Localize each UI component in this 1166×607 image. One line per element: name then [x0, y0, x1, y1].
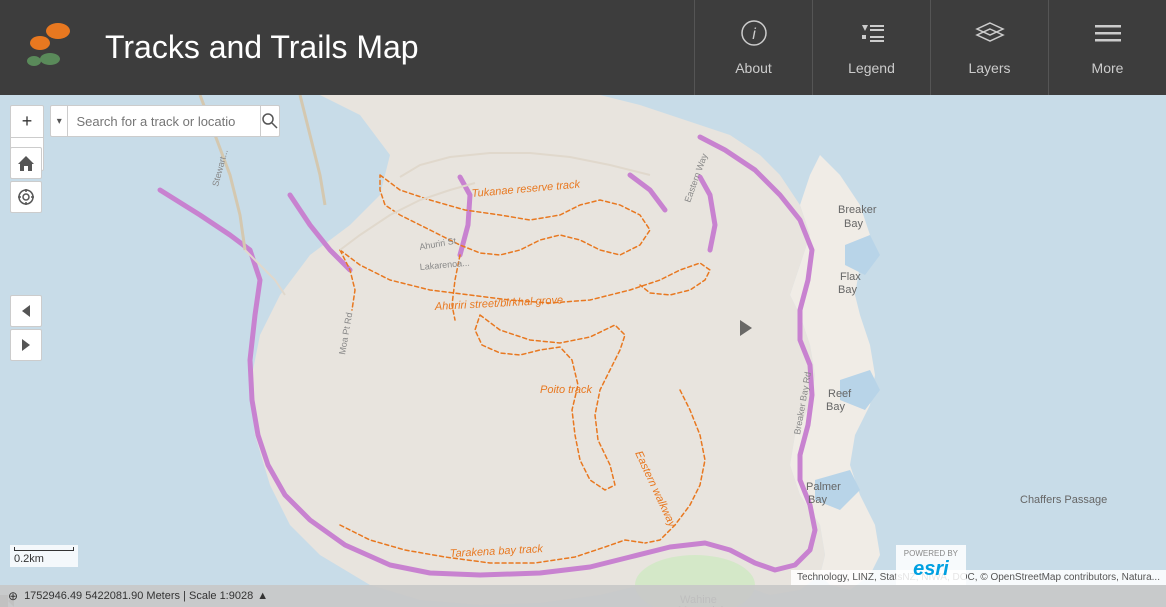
- layers-icon: [975, 19, 1005, 54]
- locate-icon: [17, 188, 35, 206]
- nav-more-label: More: [1092, 60, 1124, 76]
- zoom-in-button[interactable]: +: [11, 106, 43, 138]
- search-dropdown-button[interactable]: ▾: [51, 106, 68, 136]
- svg-text:Bay: Bay: [808, 494, 827, 506]
- scale-bar: 0.2km: [10, 545, 78, 567]
- history-controls: [10, 295, 42, 361]
- coords-arrow-icon: ▲: [257, 590, 268, 602]
- nav-legend[interactable]: Legend: [812, 0, 930, 95]
- svg-text:Palmer: Palmer: [806, 481, 841, 493]
- map-container[interactable]: Stewart... Ahuriri St Lakarenoa... Moa P…: [0, 95, 1166, 607]
- esri-logo: POWERED BY esri: [896, 545, 966, 585]
- locate-button[interactable]: [10, 181, 42, 213]
- header: Tracks and Trails Map i About: [0, 0, 1166, 95]
- svg-text:Bay: Bay: [844, 218, 863, 230]
- svg-text:Bay: Bay: [826, 401, 845, 413]
- legend-icon: [856, 19, 888, 54]
- coordinates-bar: ⊕ 1752946.49 5422081.90 Meters | Scale 1…: [0, 585, 1166, 607]
- svg-text:Breaker: Breaker: [838, 204, 877, 216]
- svg-text:Reef: Reef: [828, 388, 852, 400]
- map-svg: Stewart... Ahuriri St Lakarenoa... Moa P…: [0, 95, 1166, 607]
- forward-button[interactable]: [10, 329, 42, 361]
- forward-icon: [18, 337, 34, 353]
- logo-area: Tracks and Trails Map: [0, 13, 694, 83]
- powered-by-label: POWERED BY: [904, 549, 958, 558]
- app-title: Tracks and Trails Map: [105, 29, 419, 66]
- back-icon: [18, 303, 34, 319]
- search-input[interactable]: [68, 114, 260, 129]
- more-icon: [1093, 19, 1123, 54]
- esri-brand: esri: [913, 558, 949, 581]
- app-logo: [20, 13, 90, 83]
- scale-line: [14, 547, 74, 551]
- nav-layers[interactable]: Layers: [930, 0, 1048, 95]
- back-button[interactable]: [10, 295, 42, 327]
- nav-legend-label: Legend: [848, 60, 895, 76]
- nav-layers-label: Layers: [968, 60, 1010, 76]
- svg-text:Chaffers Passage: Chaffers Passage: [1020, 494, 1107, 506]
- nav-about-label: About: [735, 60, 772, 76]
- search-icon: [262, 113, 278, 129]
- search-bar: ▾: [50, 105, 280, 137]
- search-button[interactable]: [260, 106, 279, 136]
- nav-about[interactable]: i About: [694, 0, 812, 95]
- about-icon: i: [740, 19, 768, 54]
- svg-text:i: i: [752, 26, 756, 43]
- nav-more[interactable]: More: [1048, 0, 1166, 95]
- svg-text:Bay: Bay: [838, 284, 857, 296]
- home-button[interactable]: [10, 147, 42, 179]
- action-controls: [10, 147, 42, 213]
- coordinates-text: 1752946.49 5422081.90 Meters | Scale 1:9…: [24, 590, 253, 602]
- scale-label: 0.2km: [14, 553, 44, 565]
- svg-text:Poito track: Poito track: [540, 384, 592, 396]
- svg-text:Flax: Flax: [840, 271, 861, 283]
- nav-area: i About Legend: [694, 0, 1166, 95]
- expand-icon[interactable]: ⊕: [8, 589, 18, 603]
- attribution-text: Technology, LINZ, StatsNZ, NIWA, DOC, © …: [791, 570, 1166, 585]
- dropdown-arrow-icon: ▾: [57, 116, 62, 127]
- mouse-cursor: [740, 320, 752, 336]
- home-icon: [17, 154, 35, 172]
